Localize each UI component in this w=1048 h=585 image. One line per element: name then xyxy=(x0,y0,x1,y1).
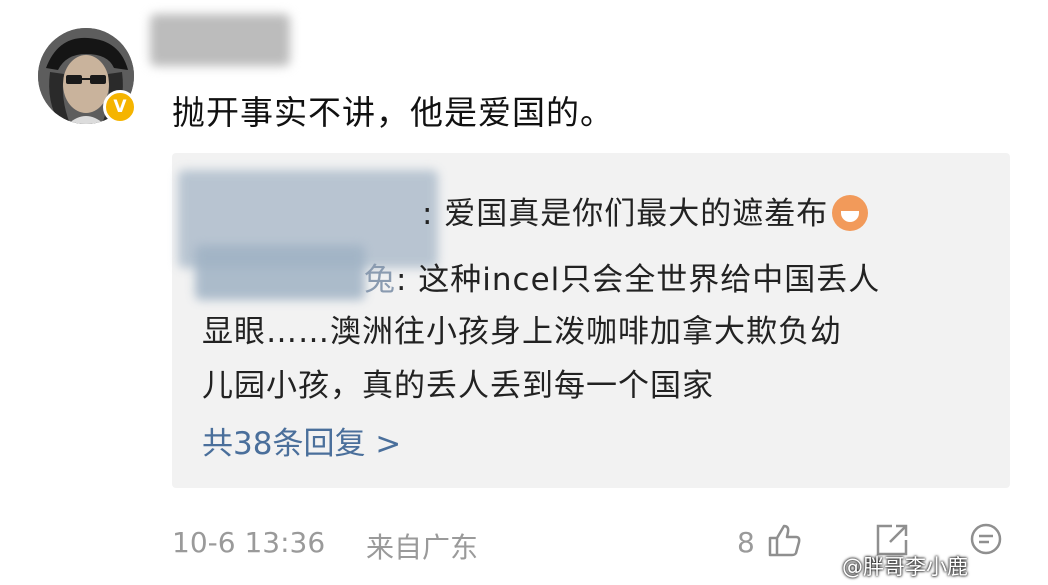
like-icon[interactable] xyxy=(764,520,804,560)
comment-location: 来自广东 xyxy=(366,531,479,564)
comment-time: 10-6 13:36 xyxy=(172,526,326,559)
reply-text: 兔: 这种incel只会全世界给中国丢人 xyxy=(364,262,881,298)
reply-author-blurred xyxy=(195,245,365,300)
reply-text: 显眼……澳洲往小孩身上泼咖啡加拿大欺负幼 xyxy=(202,314,842,350)
verified-badge-icon: V xyxy=(103,90,137,124)
comment-icon[interactable] xyxy=(966,520,1006,560)
watermark: @胖哥李小鹿 xyxy=(842,555,968,579)
reply-author-tail: 兔 xyxy=(364,262,396,298)
like-count: 8 xyxy=(737,526,755,559)
comment-text: 抛开事实不讲，他是爱国的。 xyxy=(172,93,614,132)
username-blurred xyxy=(150,14,290,66)
laughing-emoji-icon xyxy=(832,195,869,231)
view-more-replies-link[interactable]: 共38条回复 > xyxy=(202,418,401,463)
reply-text: 儿园小孩，真的丢人丢到每一个国家 xyxy=(202,368,714,404)
reply-text: : 爱国真是你们最大的遮羞布 xyxy=(422,188,869,233)
